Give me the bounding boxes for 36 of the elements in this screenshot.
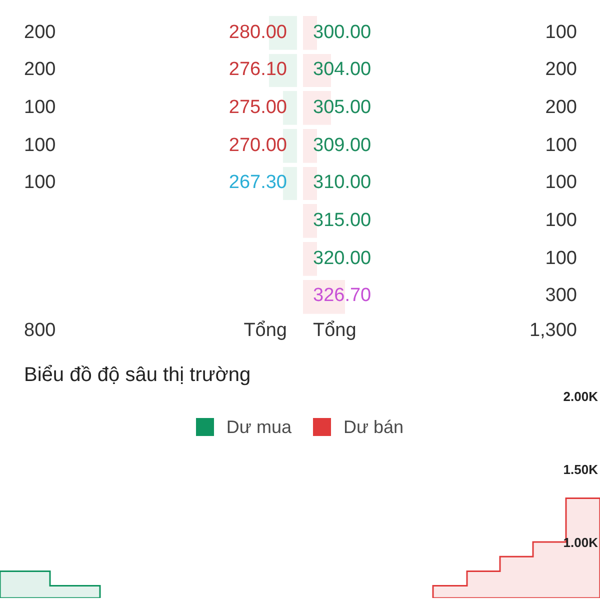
total-label: Tổng [313,319,356,344]
chart-title: Biểu đồ độ sâu thị trường [23,362,251,388]
bid-price-cell: 270.00 [228,129,297,163]
ask-volume: 300 [545,284,577,308]
ask-price-cell: 320.00 [303,242,372,276]
ask-volume: 100 [545,171,577,196]
ask-price-cell: 300.00 [303,16,372,50]
total-label: Tổng [244,319,287,344]
ask-volume: 200 [545,58,577,82]
ask-volume: 100 [545,209,577,234]
legend-label: Dư mua [226,416,292,438]
ask-price-cell: 305.00 [303,91,372,126]
ask-price-cell: 326.70 [303,280,372,314]
bid-volume: 100 [24,134,56,158]
ask-price-cell: 304.00 [303,54,372,88]
total-ask-volume: 1,300 [529,319,577,344]
y-axis-label: 2.00K [563,388,598,404]
bid-volume: 100 [24,171,56,196]
bid-volume: 100 [24,96,56,120]
bid-volume: 200 [24,58,56,82]
legend-label: Dư bán [343,416,404,438]
total-bid-volume: 800 [24,319,56,344]
bid-price-cell: 280.00 [228,16,297,50]
bid-volume: 200 [24,20,56,45]
ask-volume: 100 [545,246,577,271]
ask-volume: 200 [545,96,577,120]
y-axis-label: 1.50K [563,462,598,476]
y-axis-label: 1.00K [563,534,598,550]
ask-price-cell: 315.00 [303,204,372,238]
ask-volume: 100 [545,134,577,158]
ask-price-cell: 309.00 [303,129,372,163]
bid-price-cell: 276.10 [228,54,297,88]
bid-price-cell: 267.30 [228,166,297,200]
bid-price-cell: 275.00 [228,91,297,126]
ask-volume: 100 [545,20,577,45]
ask-price-cell: 310.00 [303,166,372,200]
